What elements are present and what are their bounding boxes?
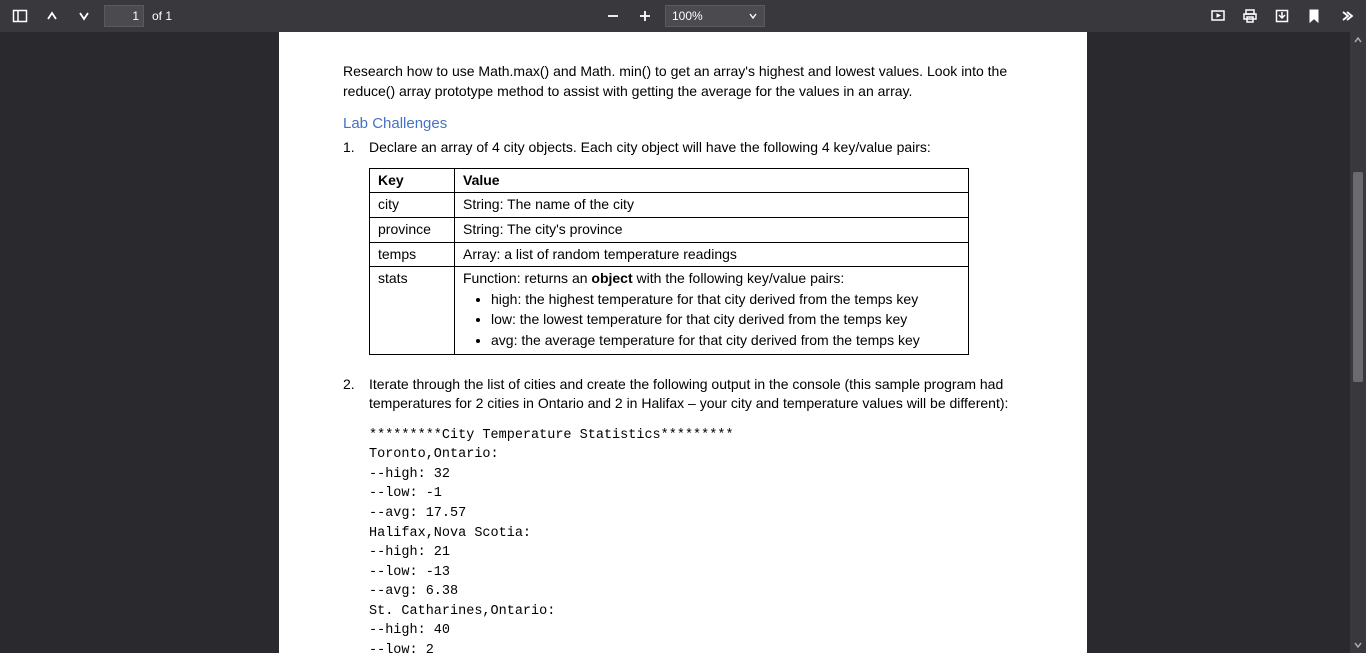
print-button[interactable] [1238,4,1262,28]
next-page-button[interactable] [72,4,96,28]
zoom-value: 100% [672,9,703,23]
sidebar-toggle-button[interactable] [8,4,32,28]
intro-paragraph: Research how to use Math.max() and Math.… [343,62,1023,101]
chevron-down-icon [748,11,758,21]
code-line: --low: 2 [369,641,1023,653]
cell-value: String: The city's province [455,217,969,242]
code-line: Toronto,Ontario: [369,445,1023,465]
presentation-button[interactable] [1206,4,1230,28]
table-row: temps Array: a list of random temperatur… [370,242,969,267]
code-line: --low: -1 [369,484,1023,504]
code-output: *********City Temperature Statistics****… [369,426,1023,653]
list-text: Declare an array of 4 city objects. Each… [369,138,1023,158]
pdf-toolbar: of 1 100% [0,0,1366,32]
page-count-label: of 1 [152,9,172,23]
cell-key: temps [370,242,455,267]
stats-bold: object [591,270,632,286]
code-line: St. Catharines,Ontario: [369,602,1023,622]
list-item-1: 1. Declare an array of 4 city objects. E… [343,138,1023,158]
cell-key: province [370,217,455,242]
pdf-page: Research how to use Math.max() and Math.… [279,32,1087,653]
table-row: province String: The city's province [370,217,969,242]
zoom-in-button[interactable] [633,4,657,28]
table-row-stats: stats Function: returns an object with t… [370,267,969,354]
scroll-down-button[interactable] [1350,637,1366,653]
code-line: --high: 32 [369,465,1023,485]
prev-page-button[interactable] [40,4,64,28]
cell-key: stats [370,267,455,354]
code-line: *********City Temperature Statistics****… [369,426,1023,446]
code-line: Halifax,Nova Scotia: [369,524,1023,544]
code-line: --high: 21 [369,543,1023,563]
code-line: --avg: 6.38 [369,582,1023,602]
list-number: 2. [343,375,369,414]
toolbar-left: of 1 [8,4,172,28]
page-number-input[interactable] [104,5,144,27]
code-line: --high: 40 [369,621,1023,641]
toolbar-center: 100% [601,4,765,28]
scroll-track[interactable] [1350,48,1366,637]
scroll-up-button[interactable] [1350,32,1366,48]
bullet-item: high: the highest temperature for that c… [491,290,960,310]
code-line: --avg: 17.57 [369,504,1023,524]
th-value: Value [455,168,969,193]
pdf-viewer: Research how to use Math.max() and Math.… [0,32,1366,653]
cell-value: Array: a list of random temperature read… [455,242,969,267]
table-row: city String: The name of the city [370,193,969,218]
cell-value-stats: Function: returns an object with the fol… [455,267,969,354]
stats-prefix: Function: returns an [463,270,591,286]
list-text: Iterate through the list of cities and c… [369,375,1023,414]
toolbar-right [1206,4,1358,28]
vertical-scrollbar[interactable] [1350,32,1366,653]
bullet-item: avg: the average temperature for that ci… [491,331,960,351]
zoom-out-button[interactable] [601,4,625,28]
code-line: --low: -13 [369,563,1023,583]
stats-suffix: with the following key/value pairs: [633,270,845,286]
list-number: 1. [343,138,369,158]
key-value-table: Key Value city String: The name of the c… [369,168,969,355]
bullet-item: low: the lowest temperature for that cit… [491,310,960,330]
th-key: Key [370,168,455,193]
cell-key: city [370,193,455,218]
stats-bullets: high: the highest temperature for that c… [491,290,960,351]
scroll-thumb[interactable] [1353,172,1363,382]
cell-value: String: The name of the city [455,193,969,218]
more-tools-button[interactable] [1334,4,1358,28]
bookmark-button[interactable] [1302,4,1326,28]
table-header-row: Key Value [370,168,969,193]
list-item-2: 2. Iterate through the list of cities an… [343,375,1023,414]
zoom-select[interactable]: 100% [665,5,765,27]
section-heading: Lab Challenges [343,113,1023,134]
download-button[interactable] [1270,4,1294,28]
